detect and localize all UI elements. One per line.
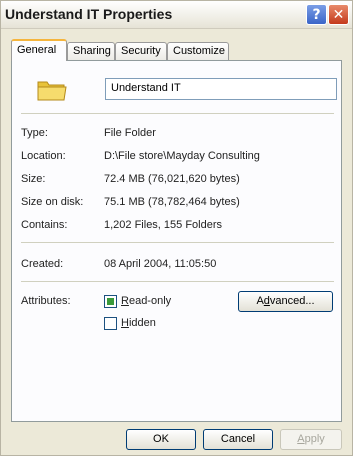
tab-sharing[interactable]: Sharing <box>67 42 115 60</box>
help-icon: ? <box>312 6 321 23</box>
contains-value: 1,202 Files, 155 Folders <box>104 219 223 231</box>
title-bar[interactable]: Understand IT Properties ? ✕ <box>1 1 352 29</box>
size-on-disk-value: 75.1 MB (78,782,464 bytes) <box>104 196 240 208</box>
size-on-disk-label: Size on disk: <box>21 196 84 208</box>
close-button[interactable]: ✕ <box>328 4 349 25</box>
hidden-label[interactable]: Hidden <box>121 317 156 329</box>
tab-security[interactable]: Security <box>115 42 167 60</box>
separator <box>21 242 334 243</box>
created-value: 08 April 2004, 11:05:50 <box>104 258 217 270</box>
general-tab-panel: Understand IT Type: File Folder Location… <box>11 60 342 422</box>
folder-name-input[interactable]: Understand IT <box>105 78 337 100</box>
contains-label: Contains: <box>21 219 68 231</box>
type-label: Type: <box>21 127 48 139</box>
properties-dialog: Understand IT Properties ? ✕ General Sha… <box>0 0 353 456</box>
location-value: D:\File store\Mayday Consulting <box>104 150 260 162</box>
window-title: Understand IT Properties <box>5 6 173 22</box>
separator <box>21 281 334 282</box>
separator <box>21 113 334 114</box>
advanced-button[interactable]: Advanced... <box>238 291 333 312</box>
type-value: File Folder <box>104 127 156 139</box>
apply-button[interactable]: Apply <box>280 429 342 450</box>
ok-button[interactable]: OK <box>126 429 196 450</box>
created-label: Created: <box>21 258 64 270</box>
tab-strip: General Sharing Security Customize <box>11 39 342 61</box>
size-label: Size: <box>21 173 46 185</box>
checkbox-check-mark <box>107 298 114 305</box>
tab-general[interactable]: General <box>11 39 67 61</box>
hidden-checkbox[interactable] <box>104 317 117 330</box>
help-button[interactable]: ? <box>306 4 327 25</box>
tab-customize[interactable]: Customize <box>167 42 229 60</box>
size-value: 72.4 MB (76,021,620 bytes) <box>104 173 240 185</box>
close-icon: ✕ <box>332 6 345 23</box>
read-only-label[interactable]: Read-only <box>121 295 171 307</box>
location-label: Location: <box>21 150 66 162</box>
cancel-button[interactable]: Cancel <box>203 429 273 450</box>
attributes-label: Attributes: <box>21 295 71 307</box>
folder-icon <box>37 81 67 101</box>
read-only-checkbox[interactable] <box>104 295 117 308</box>
